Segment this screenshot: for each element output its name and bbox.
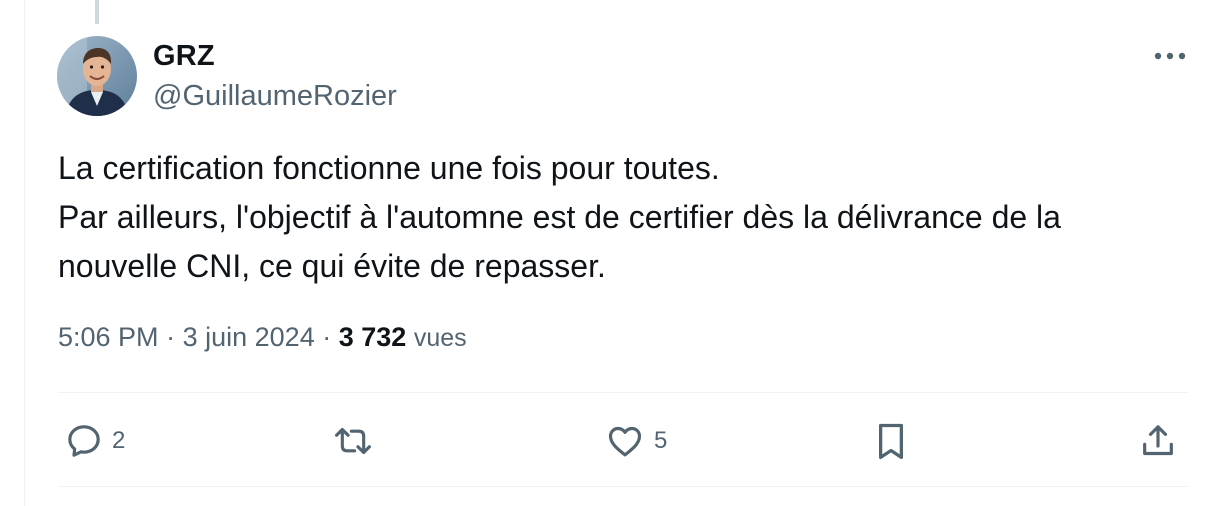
- views-label: vues: [413, 324, 467, 352]
- more-horizontal-icon: [1154, 52, 1186, 60]
- column-border: [24, 0, 25, 506]
- tweet-time[interactable]: 5:06 PM: [58, 322, 159, 352]
- tweet-page: GRZ @GuillaumeRozier La certification fo…: [0, 0, 1208, 506]
- share-button[interactable]: [1138, 418, 1178, 464]
- tweet-text-line: nouvelle CNI, ce qui évite de repasser.: [58, 248, 606, 284]
- divider: [58, 486, 1188, 487]
- reply-count: 2: [112, 427, 126, 454]
- retweet-button[interactable]: [330, 418, 376, 464]
- avatar[interactable]: [57, 36, 137, 116]
- thread-connector-line: [95, 0, 99, 24]
- tweet-text: La certification fonctionne une fois pou…: [58, 144, 1178, 291]
- share-icon: [1143, 425, 1173, 456]
- meta-separator: ·: [322, 322, 332, 352]
- retweet-icon: [335, 427, 371, 455]
- divider: [58, 392, 1188, 393]
- reply-icon: [68, 425, 100, 457]
- bookmark-button[interactable]: [872, 418, 910, 464]
- heart-icon: [608, 426, 642, 457]
- like-button[interactable]: 5: [604, 418, 667, 464]
- more-options-button[interactable]: [1148, 40, 1192, 72]
- author-handle[interactable]: @GuillaumeRozier: [153, 80, 397, 113]
- tweet-text-line: La certification fonctionne une fois pou…: [58, 150, 720, 186]
- tweet-text-line: Par ailleurs, l'objectif à l'automne est…: [58, 199, 1061, 235]
- bookmark-icon: [878, 423, 904, 460]
- tweet-meta: 5:06 PM · 3 juin 2024 · 3 732 vues: [58, 322, 467, 353]
- like-count: 5: [654, 427, 668, 454]
- tweet-date[interactable]: 3 juin 2024: [183, 322, 315, 352]
- author-display-name[interactable]: GRZ: [153, 40, 215, 73]
- views-count[interactable]: 3 732: [339, 322, 407, 352]
- reply-button[interactable]: 2: [64, 418, 125, 464]
- meta-separator: ·: [166, 322, 176, 352]
